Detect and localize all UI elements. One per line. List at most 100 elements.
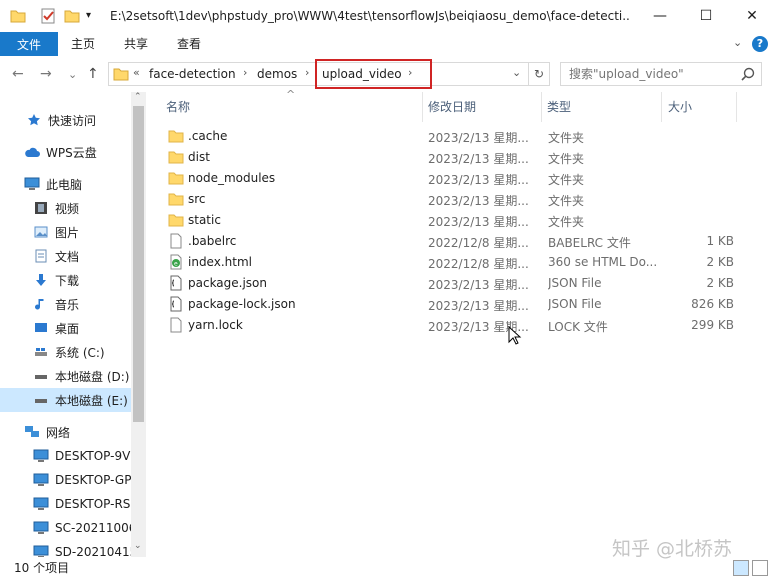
sidebar-item-network-pc[interactable]: DESKTOP-9V xyxy=(0,444,131,468)
sidebar-item-this-pc[interactable]: 此电脑 xyxy=(0,172,131,196)
minimize-button[interactable]: — xyxy=(637,0,683,32)
column-divider[interactable] xyxy=(661,92,662,122)
table-row[interactable]: e index.html 2022/12/8 星期... 360 se HTML… xyxy=(164,252,764,273)
ribbon-tabs: 文件 主页 共享 查看 ⌄ ? xyxy=(0,32,775,56)
column-header-name[interactable]: 名称 xyxy=(166,98,190,115)
sidebar-item-videos[interactable]: 视频 xyxy=(0,196,131,220)
drive-icon xyxy=(33,392,49,408)
sidebar-item-music[interactable]: 音乐 xyxy=(0,292,131,316)
expand-ribbon-icon[interactable]: ⌄ xyxy=(733,36,742,49)
sidebar-item-label: 音乐 xyxy=(55,297,80,312)
column-divider[interactable] xyxy=(422,92,423,122)
folder-icon xyxy=(168,149,184,165)
mouse-cursor-icon xyxy=(508,325,522,349)
sidebar-item-label: 桌面 xyxy=(55,321,80,336)
new-folder-icon[interactable] xyxy=(64,8,80,24)
table-row[interactable]: dist 2023/2/13 星期... 文件夹 xyxy=(164,147,764,168)
forward-icon[interactable]: → xyxy=(40,66,52,82)
monitor-icon xyxy=(33,448,49,464)
large-icons-view-icon[interactable] xyxy=(752,560,768,576)
column-header-date[interactable]: 修改日期 xyxy=(428,98,476,115)
table-row[interactable]: node_modules 2023/2/13 星期... 文件夹 xyxy=(164,168,764,189)
file-icon xyxy=(168,233,184,249)
video-icon xyxy=(33,200,49,216)
folder-icon xyxy=(168,212,184,228)
chevron-right-icon[interactable]: › xyxy=(243,66,247,79)
folder-icon xyxy=(168,170,184,186)
up-icon[interactable]: ↑ xyxy=(87,66,99,82)
watermark: 知乎 @北桥苏 xyxy=(612,538,733,560)
table-row[interactable]: src 2023/2/13 星期... 文件夹 xyxy=(164,189,764,210)
tab-file[interactable]: 文件 xyxy=(0,32,58,56)
search-icon[interactable] xyxy=(741,67,755,84)
chevron-right-icon[interactable]: › xyxy=(305,66,309,79)
computer-icon xyxy=(24,176,40,192)
sidebar-item-label: WPS云盘 xyxy=(46,145,97,160)
sidebar-item-drive-d[interactable]: 本地磁盘 (D:) xyxy=(0,364,131,388)
nav-scroll-thumb[interactable] xyxy=(133,106,144,422)
column-header-size[interactable]: 大小 xyxy=(668,98,692,115)
qat-dropdown-icon[interactable]: ▾ xyxy=(86,10,102,26)
properties-icon[interactable] xyxy=(40,8,56,24)
sidebar-item-drive-c[interactable]: 系统 (C:) xyxy=(0,340,131,364)
sidebar-item-downloads[interactable]: 下载 xyxy=(0,268,131,292)
crumb-demos[interactable]: demos xyxy=(257,67,297,81)
sidebar-item-wps-cloud[interactable]: WPS云盘 xyxy=(0,140,131,164)
sidebar-item-label: DESKTOP-9V xyxy=(55,449,131,463)
folder-icon xyxy=(10,8,26,24)
sidebar-item-pictures[interactable]: 图片 xyxy=(0,220,131,244)
table-row[interactable]: package.json 2023/2/13 星期... JSON File 2… xyxy=(164,273,764,294)
drive-icon xyxy=(33,368,49,384)
overflow-icon[interactable]: « xyxy=(133,66,140,79)
folder-icon xyxy=(113,66,129,85)
sidebar-item-desktop[interactable]: 桌面 xyxy=(0,316,131,340)
picture-icon xyxy=(33,224,49,240)
tab-home[interactable]: 主页 xyxy=(71,32,95,56)
column-divider[interactable] xyxy=(541,92,542,122)
sidebar-item-network-pc[interactable]: SC-20211006 xyxy=(0,516,131,540)
json-file-icon xyxy=(168,296,184,312)
sidebar-item-network-pc[interactable]: DESKTOP-GP xyxy=(0,468,131,492)
network-icon xyxy=(24,424,40,440)
maximize-button[interactable]: ☐ xyxy=(683,0,729,32)
star-icon xyxy=(26,112,42,128)
address-dropdown-icon[interactable]: ⌄ xyxy=(512,66,521,79)
scroll-up-icon[interactable]: ⌃ xyxy=(134,92,142,102)
recent-locations-icon[interactable]: ⌄ xyxy=(68,68,77,81)
table-row[interactable]: package-lock.json 2023/2/13 星期... JSON F… xyxy=(164,294,764,315)
file-icon xyxy=(168,317,184,333)
sidebar-item-network[interactable]: 网络 xyxy=(0,420,131,444)
sidebar-item-quick-access[interactable]: 快速访问 xyxy=(0,108,131,132)
search-box[interactable] xyxy=(560,62,762,86)
back-icon[interactable]: ← xyxy=(12,66,24,82)
sidebar-item-label: 下载 xyxy=(55,273,80,288)
sidebar-item-label: 图片 xyxy=(55,225,80,240)
scroll-down-icon[interactable]: ⌄ xyxy=(134,541,142,551)
search-input[interactable] xyxy=(561,63,731,85)
sidebar-item-drive-e[interactable]: 本地磁盘 (E:) xyxy=(0,388,131,412)
sort-ascending-icon: ^ xyxy=(286,88,296,101)
table-row[interactable]: .babelrc 2022/12/8 星期... BABELRC 文件 1 KB xyxy=(164,231,764,252)
drive-icon xyxy=(33,344,49,360)
folder-icon xyxy=(168,128,184,144)
table-row[interactable]: yarn.lock 2023/2/13 星期... LOCK 文件 299 KB xyxy=(164,315,764,336)
sidebar-item-label: 文档 xyxy=(55,249,80,264)
close-button[interactable]: ✕ xyxy=(729,0,775,32)
nav-scrollbar[interactable]: ⌃ ⌄ xyxy=(131,92,146,557)
details-view-icon[interactable] xyxy=(733,560,749,576)
highlight-annotation xyxy=(315,59,432,89)
item-count: 10 个项目 xyxy=(14,561,70,575)
column-header-type[interactable]: 类型 xyxy=(547,98,571,115)
tab-share[interactable]: 共享 xyxy=(124,32,148,56)
tab-view[interactable]: 查看 xyxy=(177,32,201,56)
crumb-face-detection[interactable]: face-detection xyxy=(149,67,236,81)
table-row[interactable]: static 2023/2/13 星期... 文件夹 xyxy=(164,210,764,231)
refresh-button[interactable]: ↻ xyxy=(529,62,550,86)
sidebar-item-documents[interactable]: 文档 xyxy=(0,244,131,268)
sidebar-item-network-pc[interactable]: DESKTOP-RS xyxy=(0,492,131,516)
table-row[interactable]: .cache 2023/2/13 星期... 文件夹 xyxy=(164,126,764,147)
help-icon[interactable]: ? xyxy=(752,36,768,52)
navigation-pane: 快速访问 WPS云盘 此电脑 视频 图片 文档 下载 音乐 桌面 系统 (C:)… xyxy=(0,92,146,557)
column-divider[interactable] xyxy=(736,92,737,122)
sidebar-item-network-pc[interactable]: SD-20210415 xyxy=(0,540,131,557)
